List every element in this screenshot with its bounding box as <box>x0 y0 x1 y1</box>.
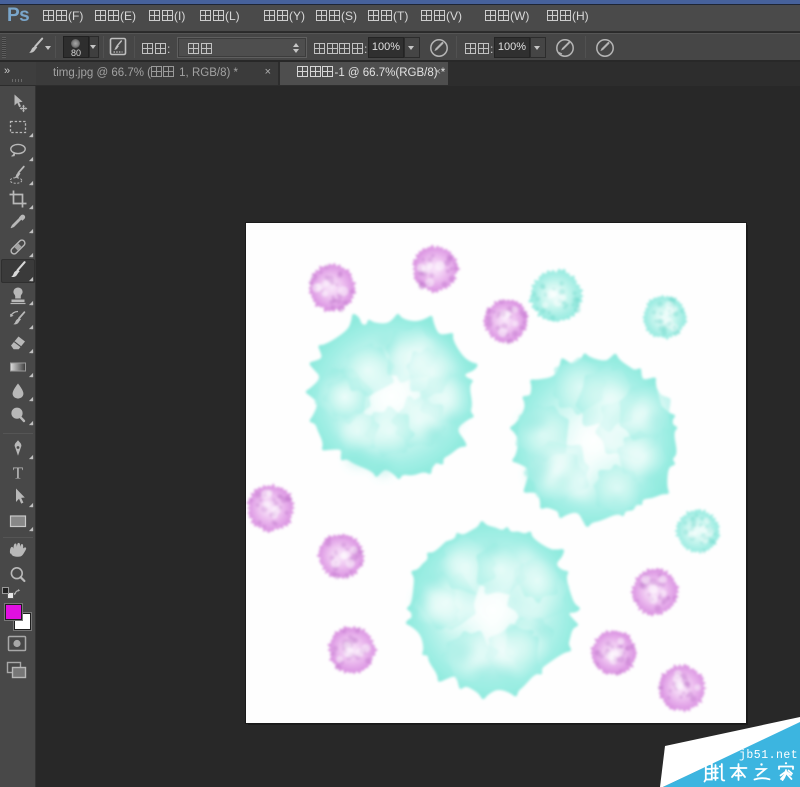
svg-text:jb51.net: jb51.net <box>739 749 798 762</box>
svg-text:T: T <box>13 464 24 483</box>
